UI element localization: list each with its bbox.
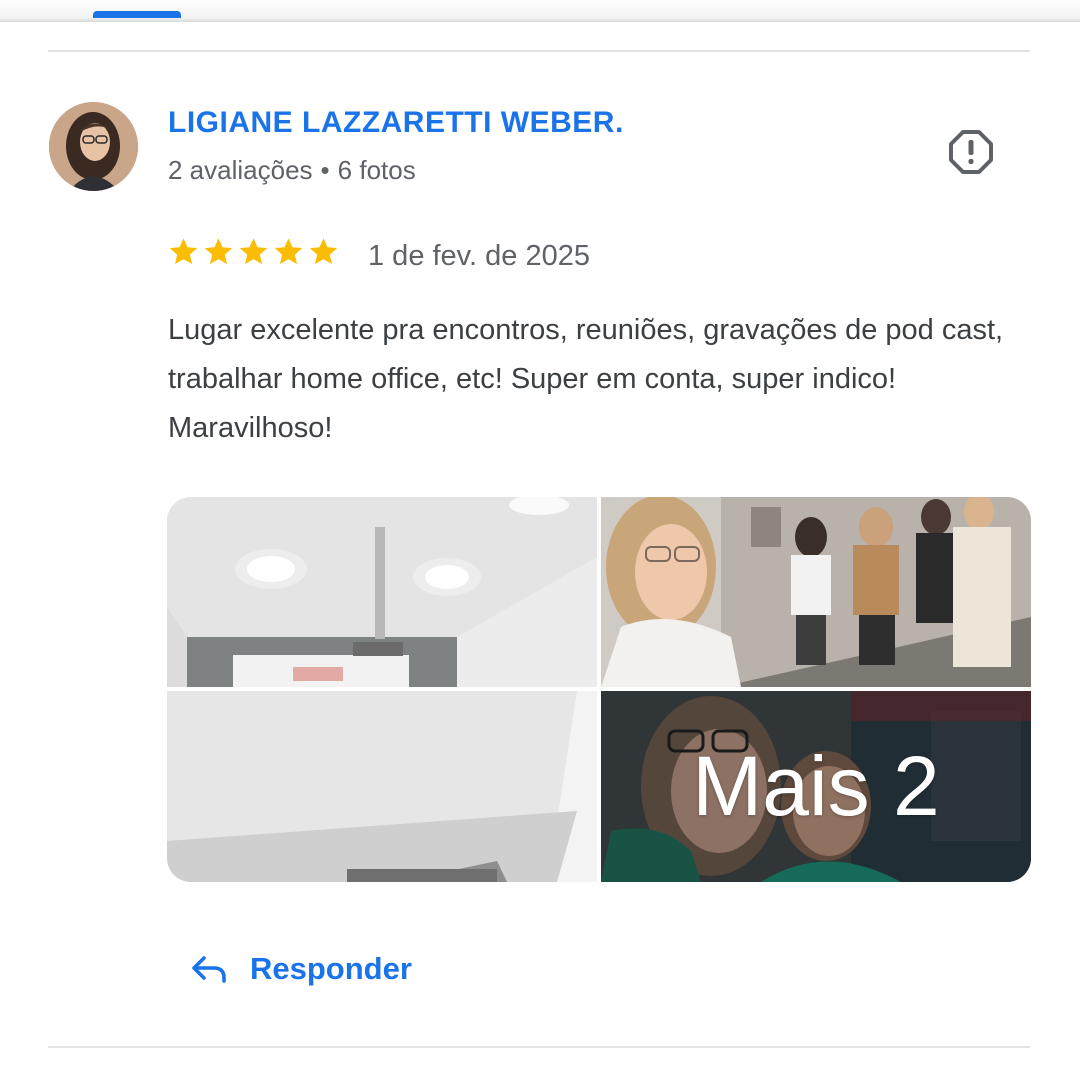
star-icon: [239, 238, 268, 265]
review-photo-grid: Mais 2: [167, 497, 1031, 882]
reviewer-avatar[interactable]: [49, 102, 138, 191]
review-photo[interactable]: [167, 691, 597, 882]
reply-button[interactable]: Responder: [190, 950, 412, 988]
star-icon: [169, 238, 198, 265]
reviewer-name[interactable]: LIGIANE LAZZARETTI WEBER.: [168, 106, 624, 140]
more-photos-label: Mais 2: [692, 739, 940, 833]
review-text: Lugar excelente pra encontros, reuniões,…: [168, 314, 1004, 444]
reviewer-meta: 2 avaliações • 6 fotos: [168, 155, 416, 186]
photos-count: 6 fotos: [337, 155, 416, 185]
reply-label: Responder: [250, 951, 412, 986]
meta-separator: •: [320, 155, 330, 185]
star-icon: [204, 238, 233, 265]
review-photo-more[interactable]: Mais 2: [601, 691, 1031, 882]
report-flag-icon[interactable]: [948, 129, 994, 175]
divider-top: [48, 50, 1030, 52]
review-date: 1 de fev. de 2025: [368, 240, 590, 272]
review-photo[interactable]: [167, 497, 597, 687]
rating-stars: [168, 236, 339, 267]
active-tab-indicator: [93, 11, 181, 18]
review-photo[interactable]: [601, 497, 1031, 687]
divider-bottom: [48, 1046, 1030, 1048]
star-icon: [274, 238, 303, 265]
reviews-count: 2 avaliações: [168, 155, 313, 185]
reply-arrow-icon: [192, 956, 226, 983]
star-icon: [309, 238, 338, 265]
